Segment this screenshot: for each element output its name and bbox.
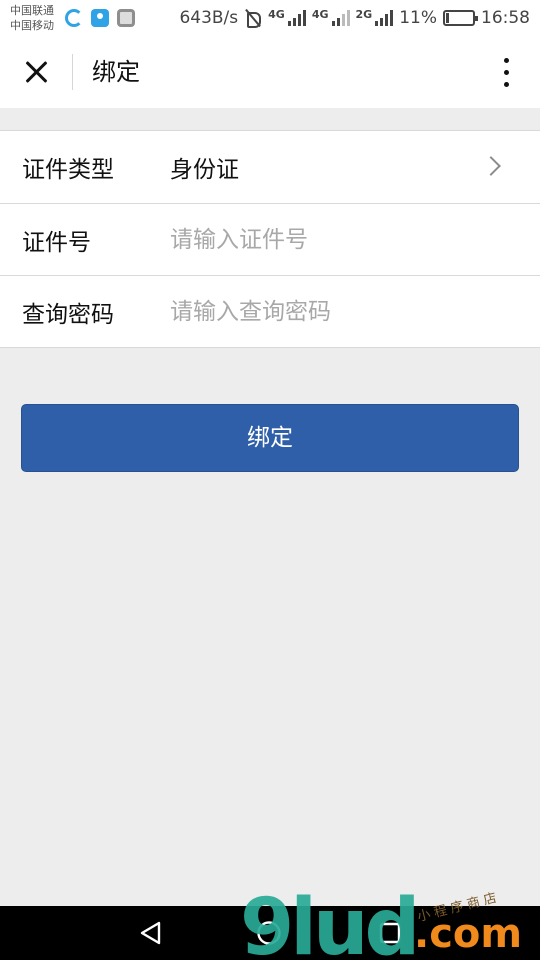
carrier-labels: 中国联通 中国移动: [10, 3, 54, 33]
more-vertical-icon[interactable]: [492, 54, 520, 90]
notification-icons: [65, 9, 135, 27]
close-icon[interactable]: [20, 56, 52, 88]
query-password-row: 查询密码: [0, 275, 540, 347]
id-number-label: 证件号: [22, 229, 91, 256]
signal-icon-2: [331, 10, 350, 26]
query-password-input[interactable]: [170, 292, 510, 332]
id-type-label: 证件类型: [22, 157, 114, 183]
title-bar: 绑定: [0, 36, 540, 108]
status-bar: 中国联通 中国移动 643B/s 4G 4G 2G 11% 16:58: [0, 0, 540, 36]
gallery-icon: [117, 9, 135, 27]
status-indicators: 643B/s 4G 4G 2G 11% 16:58: [179, 0, 530, 36]
id-type-value[interactable]: 身份证: [170, 150, 239, 184]
back-triangle-icon[interactable]: [138, 920, 164, 946]
query-password-label: 查询密码: [22, 301, 114, 328]
battery-percent: 11%: [399, 8, 437, 28]
id-number-input[interactable]: [170, 220, 510, 260]
id-type-row[interactable]: 证件类型 身份证: [0, 131, 540, 203]
clock: 16:58: [481, 8, 530, 28]
bind-form: 证件类型 身份证 证件号 查询密码: [0, 130, 540, 348]
carrier-2: 中国移动: [10, 19, 54, 32]
signal-icon-3: [375, 10, 394, 26]
network-type-1: 4G: [268, 7, 285, 21]
id-number-row: 证件号: [0, 203, 540, 275]
battery-icon: [443, 10, 478, 26]
circle-app-icon: [65, 9, 83, 27]
bind-button[interactable]: 绑定: [21, 404, 519, 472]
title-divider: [72, 54, 73, 90]
signal-icon: [287, 10, 306, 26]
chevron-right-icon[interactable]: [481, 156, 501, 176]
watermark-logo: 9lud: [240, 883, 420, 960]
location-app-icon: [91, 9, 109, 27]
network-type-2: 4G: [311, 7, 329, 21]
carrier-1: 中国联通: [10, 4, 54, 17]
page-title: 绑定: [92, 58, 140, 86]
network-speed: 643B/s: [179, 8, 239, 28]
mute-icon: [244, 9, 262, 28]
network-type-3: 2G: [355, 7, 373, 21]
